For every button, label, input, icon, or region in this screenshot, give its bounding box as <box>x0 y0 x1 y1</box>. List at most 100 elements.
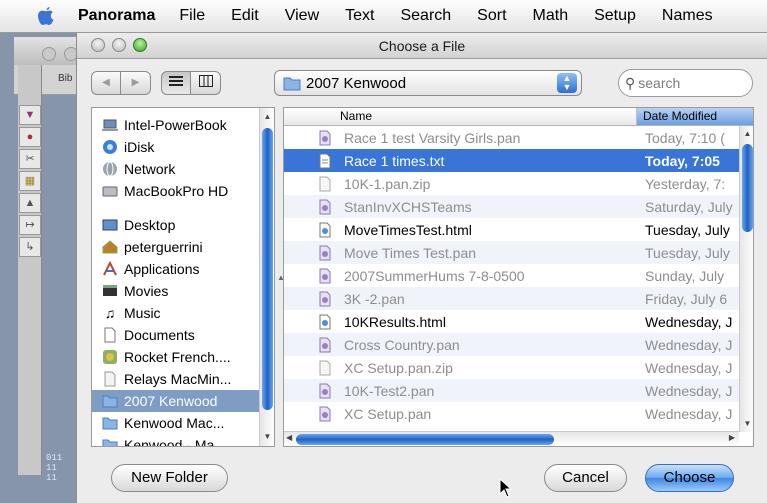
sidebar-item-idisk[interactable]: iDisk <box>92 136 274 158</box>
file-name: Cross Country.pan <box>344 336 460 353</box>
back-forward-group: ◀ ▶ <box>91 71 151 95</box>
menu-setup[interactable]: Setup <box>594 7 636 25</box>
background-window-title: Bib <box>58 73 73 84</box>
column-header-name[interactable]: Name <box>284 108 637 125</box>
arrow-down-right-tool-icon[interactable]: ↳ <box>19 237 41 257</box>
forward-button[interactable]: ▶ <box>121 71 151 95</box>
cancel-button[interactable]: Cancel <box>544 464 627 492</box>
sidebar-item-applications[interactable]: Applications <box>92 258 274 280</box>
sidebar-item-home[interactable]: peterguerrini <box>92 236 274 258</box>
stamp-tool-icon[interactable]: ▲ <box>19 193 41 213</box>
file-list-hscrollbar[interactable]: ◀ ▶ <box>284 431 739 446</box>
file-row[interactable]: 2007SummerHums 7-8-0500 Sunday, July <box>284 264 753 287</box>
file-row[interactable]: Cross Country.pan Wednesday, J <box>284 333 753 356</box>
pan-file-icon <box>318 383 332 399</box>
file-row[interactable]: 10KResults.html Wednesday, J <box>284 310 753 333</box>
table-tool-icon[interactable]: ▦ <box>19 171 41 191</box>
pointer-tool-icon[interactable]: ▼ <box>19 105 41 125</box>
home-icon <box>102 239 118 255</box>
applications-icon <box>102 260 118 277</box>
bg-close-button[interactable] <box>42 47 56 61</box>
tool-palette: ▼ ● ✂ ▦ ▲ ↦ ↳ <box>18 65 42 475</box>
sidebar-item-label: Movies <box>124 283 169 299</box>
pan-file-icon <box>318 130 332 146</box>
back-arrow-icon: ◀ <box>102 77 110 88</box>
dialog-toolbar: ◀ ▶ 2007 Kenwood ▲ ▼ ⚲ search <box>77 59 767 107</box>
menu-math[interactable]: Math <box>533 7 569 25</box>
sidebar-item-movies[interactable]: Movies <box>92 280 274 302</box>
scroll-up-arrow-icon[interactable]: ▲ <box>740 127 753 141</box>
menu-sort[interactable]: Sort <box>477 7 506 25</box>
file-name: 10K-Test2.pan <box>344 382 435 399</box>
choose-button[interactable]: Choose <box>645 464 734 492</box>
file-row[interactable]: Move Times Test.pan Tuesday, July <box>284 241 753 264</box>
pan-file-icon <box>318 268 332 284</box>
scroll-down-arrow-icon[interactable]: ▼ <box>740 417 753 431</box>
people-tool-icon[interactable]: ● <box>19 127 41 147</box>
file-list-vscrollbar[interactable]: ▲ ▼ <box>739 126 753 432</box>
column-header-date-modified[interactable]: Date Modified <box>637 108 753 125</box>
sidebar-item-rocket-french[interactable]: Rocket French.... <box>92 346 274 368</box>
sidebar-item-kenwood-ma[interactable]: Kenwood - Ma... <box>92 434 274 446</box>
scroll-right-arrow-icon[interactable]: ▶ <box>729 433 735 442</box>
file-row[interactable]: XC Setup.pan Wednesday, J <box>284 402 753 425</box>
sidebar-item-2007-kenwood[interactable]: 2007 Kenwood <box>92 390 274 412</box>
sidebar-scroll-thumb[interactable] <box>262 128 273 410</box>
file-row[interactable]: 10K-1.pan.zip Yesterday, 7: <box>284 172 753 195</box>
file-row[interactable]: StanInvXCHSTeams Saturday, July <box>284 195 753 218</box>
file-row[interactable]: MoveTimesTest.html Tuesday, July <box>284 218 753 241</box>
file-row[interactable]: 3K -2.pan Friday, July 6 <box>284 287 753 310</box>
sidebar-item-relays-macmini[interactable]: Relays MacMin... <box>92 368 274 390</box>
menu-text[interactable]: Text <box>345 7 374 25</box>
sidebar-item-desktop[interactable]: Desktop <box>92 214 274 236</box>
menu-app-name[interactable]: Panorama <box>78 7 155 25</box>
file-row[interactable]: 10K-Test2.pan Wednesday, J <box>284 379 753 402</box>
sidebar-item-label: peterguerrini <box>124 239 203 255</box>
list-view-button[interactable] <box>161 71 191 95</box>
hard-drive-icon <box>102 183 118 199</box>
menu-search[interactable]: Search <box>400 7 451 25</box>
file-name: 10KResults.html <box>344 313 446 330</box>
sidebar-item-label: Music <box>124 305 161 321</box>
laptop-icon <box>102 117 118 133</box>
sidebar-scrollbar[interactable]: ▲ ▼ <box>259 108 274 446</box>
sidebar-item-macbookpro-hd[interactable]: MacBookPro HD <box>92 180 274 202</box>
column-view-button[interactable] <box>191 71 221 95</box>
file-list: Name Date Modified Race 1 test Varsity G… <box>283 107 754 447</box>
menu-names[interactable]: Names <box>662 7 713 25</box>
sidebar-item-music[interactable]: ♫ Music <box>92 302 274 324</box>
desktop-icon <box>102 217 118 233</box>
scissors-tool-icon[interactable]: ✂ <box>19 149 41 169</box>
file-name: Move Times Test.pan <box>344 244 477 261</box>
apple-menu-icon[interactable] <box>36 5 56 27</box>
search-field[interactable]: ⚲ search <box>618 69 753 97</box>
file-row[interactable]: Race 1 times.txt Today, 7:05 <box>284 149 753 172</box>
file-name: StanInvXCHSTeams <box>344 198 472 215</box>
scroll-down-arrow-icon[interactable]: ▼ <box>260 430 274 444</box>
file-row[interactable]: Race 1 test Varsity Girls.pan Today, 7:10… <box>284 126 753 149</box>
file-date-cell: Wednesday, J <box>645 405 733 422</box>
scroll-left-arrow-icon[interactable]: ◀ <box>286 433 292 442</box>
dialog-title: Choose a File <box>378 38 466 54</box>
sidebar-item-documents[interactable]: Documents <box>92 324 274 346</box>
arrow-right-tool-icon[interactable]: ↦ <box>19 215 41 235</box>
menu-edit[interactable]: Edit <box>231 7 259 25</box>
text-file-icon <box>318 153 332 169</box>
file-row[interactable]: XC Setup.pan.zip Wednesday, J <box>284 356 753 379</box>
mouse-cursor-icon <box>499 477 513 501</box>
file-list-vscroll-thumb[interactable] <box>742 144 753 232</box>
menu-view[interactable]: View <box>285 7 319 25</box>
new-folder-button[interactable]: New Folder <box>111 464 228 492</box>
popup-arrows-icon: ▲ ▼ <box>557 73 577 93</box>
file-list-hscroll-thumb[interactable] <box>296 434 554 445</box>
file-name: XC Setup.pan.zip <box>344 359 453 376</box>
sidebar-item-intel-powerbook[interactable]: Intel-PowerBook <box>92 114 274 136</box>
back-button[interactable]: ◀ <box>91 71 121 95</box>
menu-file[interactable]: File <box>179 7 205 25</box>
file-date-cell: Tuesday, July <box>645 221 730 238</box>
scroll-up-arrow-icon[interactable]: ▲ <box>260 110 274 124</box>
sidebar-item-kenwood-mac[interactable]: Kenwood Mac... <box>92 412 274 434</box>
sidebar-item-network[interactable]: Network <box>92 158 274 180</box>
location-popup[interactable]: 2007 Kenwood ▲ ▼ <box>274 70 582 96</box>
file-date-cell: Wednesday, J <box>645 359 733 376</box>
